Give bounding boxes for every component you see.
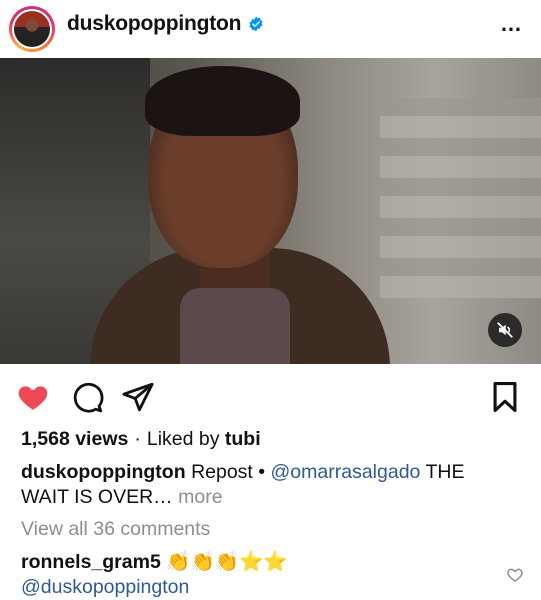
view-count[interactable]: 1,568 views <box>21 428 128 450</box>
liked-by-user[interactable]: tubi <box>225 428 261 450</box>
post-actions <box>0 374 541 418</box>
speaker-muted-icon <box>497 322 513 338</box>
caption-mention[interactable]: @omarrasalgado <box>271 461 421 483</box>
view-all-comments-link[interactable]: View all 36 comments <box>21 518 210 541</box>
like-heart-icon[interactable] <box>16 380 50 414</box>
post-header: duskopoppington … <box>0 0 541 56</box>
caption-line-1: duskopoppington Repost • @omarrasalgado … <box>21 461 464 484</box>
story-ring-avatar[interactable] <box>9 6 55 52</box>
verified-badge-icon <box>249 16 263 32</box>
views-liked-by: 1,568 views · Liked by tubi <box>21 428 261 451</box>
caption-author[interactable]: duskopoppington <box>21 461 186 483</box>
comment-preview: ronnels_gram5 👏👏👏⭐⭐ <box>21 550 288 574</box>
post-video[interactable] <box>0 58 541 364</box>
comment-bubble-icon[interactable] <box>70 380 104 414</box>
comment-like-heart-icon[interactable] <box>506 566 524 584</box>
caption-more-link[interactable]: more <box>178 486 222 508</box>
comment-preview-line2: @duskopoppington <box>21 576 189 599</box>
caption-text: Repost • <box>191 461 266 483</box>
caption-text-line2: WAIT IS OVER… <box>21 486 173 508</box>
liked-by-prefix: Liked by <box>146 428 220 450</box>
comment-emojis: 👏👏👏⭐⭐ <box>166 551 288 573</box>
save-bookmark-icon[interactable] <box>488 380 522 414</box>
caption-text-end: THE <box>425 461 465 483</box>
avatar <box>14 11 50 47</box>
post-author-username[interactable]: duskopoppington <box>67 12 241 36</box>
comment-mention[interactable]: @duskopoppington <box>21 576 189 598</box>
mute-toggle-button[interactable] <box>488 313 522 347</box>
caption-line-2: WAIT IS OVER… more <box>21 486 223 509</box>
share-paper-plane-icon[interactable] <box>121 380 155 414</box>
more-options-icon[interactable]: … <box>500 13 523 35</box>
separator-dot: · <box>134 428 141 450</box>
comment-author[interactable]: ronnels_gram5 <box>21 551 161 573</box>
